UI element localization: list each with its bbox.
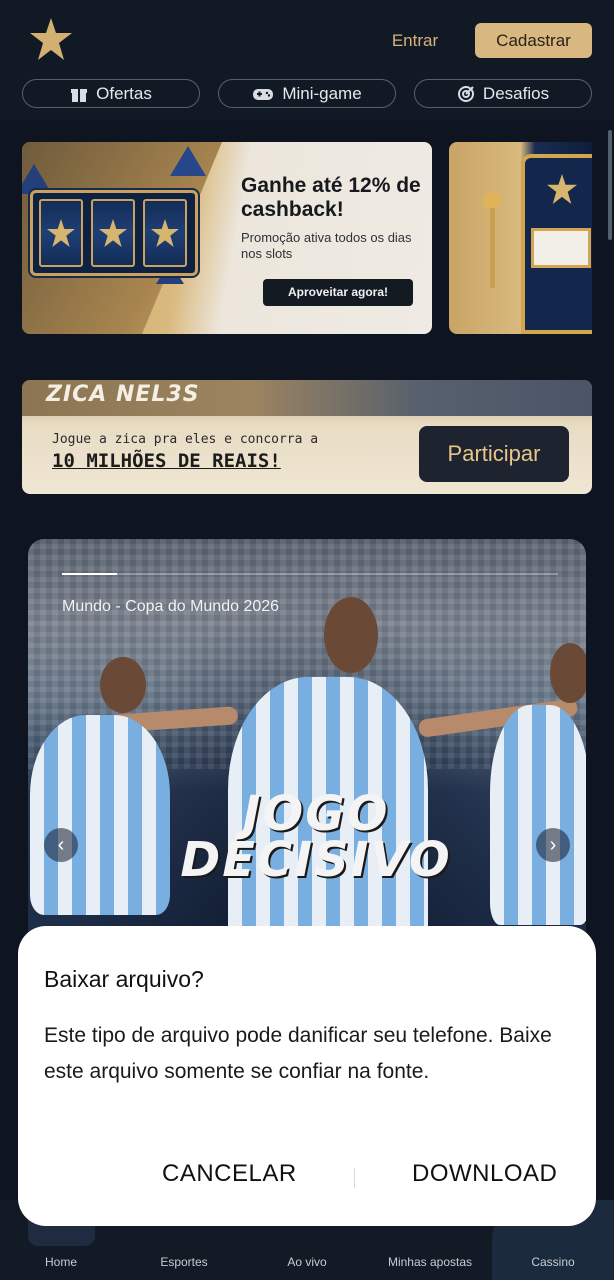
reel bbox=[91, 199, 135, 267]
nav-ao-vivo-label: Ao vivo bbox=[287, 1255, 327, 1269]
nav-ao-vivo[interactable]: Ao vivo bbox=[252, 1255, 362, 1269]
nav-cassino-label: Cassino bbox=[531, 1255, 575, 1269]
nav-home[interactable]: Home bbox=[6, 1255, 116, 1269]
star-icon bbox=[99, 219, 127, 247]
zica-logo: ZICA NEL3S bbox=[46, 382, 200, 407]
lever-rod bbox=[490, 208, 495, 288]
zica-neles-banner[interactable]: ZICA NEL3S Jogue a zica pra eles e conco… bbox=[22, 380, 592, 494]
star-icon bbox=[547, 174, 577, 204]
participate-button[interactable]: Participar bbox=[419, 426, 569, 482]
reel bbox=[143, 199, 187, 267]
nav-minhas-apostas[interactable]: Minhas apostas bbox=[375, 1255, 485, 1269]
player-head bbox=[100, 657, 146, 713]
tab-desafios-label: Desafios bbox=[482, 83, 550, 103]
tab-mini-game-label: Mini-game bbox=[282, 83, 362, 103]
star-icon bbox=[151, 219, 179, 247]
tab-mini-game[interactable]: Mini-game bbox=[218, 79, 396, 108]
nav-esportes-label: Esportes bbox=[160, 1255, 208, 1269]
zica-text-line2: 10 MILHÕES DE REAIS! bbox=[52, 450, 281, 472]
tab-ofertas[interactable]: Ofertas bbox=[22, 79, 200, 108]
gamepad-icon bbox=[253, 88, 274, 100]
nav-cassino[interactable]: Cassino bbox=[498, 1255, 608, 1269]
login-link[interactable]: Entrar bbox=[384, 30, 446, 52]
slide-progress-track bbox=[62, 573, 558, 575]
slide-progress-fill bbox=[62, 573, 117, 575]
arrow-up-icon bbox=[170, 146, 206, 176]
carousel-prev-button[interactable]: ‹ bbox=[44, 828, 78, 862]
dialog-title: Baixar arquivo? bbox=[44, 966, 204, 992]
slot-reels-illustration bbox=[30, 190, 198, 276]
hero-title: JOGO DECISIVO bbox=[180, 786, 452, 888]
tab-ofertas-label: Ofertas bbox=[96, 83, 152, 103]
player-head bbox=[324, 597, 378, 673]
dialog-message: Este tipo de arquivo pode danificar seu … bbox=[44, 1024, 552, 1083]
hero-carousel-slide[interactable]: Mundo - Copa do Mundo 2026 JOGO DECISIVO bbox=[28, 539, 586, 959]
nav-minhas-apostas-label: Minhas apostas bbox=[387, 1255, 473, 1269]
star-icon bbox=[47, 219, 75, 247]
player-head bbox=[550, 643, 586, 703]
nav-home-label: Home bbox=[44, 1255, 77, 1269]
reel bbox=[39, 199, 83, 267]
download-dialog: Baixar arquivo? Este tipo de arquivo pod… bbox=[18, 926, 596, 1226]
hero-caption: Mundo - Copa do Mundo 2026 bbox=[62, 598, 280, 615]
promo-cta-button[interactable]: Aproveitar agora! bbox=[263, 279, 413, 306]
gift-icon bbox=[71, 88, 88, 102]
slot-window bbox=[531, 228, 591, 268]
signup-button[interactable]: Cadastrar bbox=[475, 23, 592, 58]
nav-esportes[interactable]: Esportes bbox=[129, 1255, 239, 1269]
player-right bbox=[490, 705, 586, 925]
carousel-next-button[interactable]: › bbox=[536, 828, 570, 862]
star-logo-icon[interactable] bbox=[30, 18, 72, 60]
cancel-button[interactable]: CANCELAR bbox=[162, 1160, 297, 1188]
zica-text-line1: Jogue a zica pra eles e concorra a bbox=[52, 432, 319, 447]
tab-desafios[interactable]: Desafios bbox=[414, 79, 592, 108]
promo-title: Ganhe até 12% de cashback! bbox=[241, 174, 421, 221]
slot-machine-promo-banner[interactable] bbox=[449, 142, 592, 334]
scrollbar[interactable] bbox=[608, 130, 612, 240]
slot-machine-illustration bbox=[521, 154, 592, 334]
top-header: Entrar Cadastrar Ofertas Mini-game Desaf… bbox=[0, 0, 614, 120]
button-divider bbox=[354, 1168, 355, 1188]
player-left bbox=[30, 715, 170, 915]
download-button[interactable]: DOWNLOAD bbox=[412, 1160, 557, 1188]
promo-subtitle: Promoção ativa todos os dias nos slots bbox=[241, 230, 412, 261]
target-icon bbox=[457, 85, 474, 102]
